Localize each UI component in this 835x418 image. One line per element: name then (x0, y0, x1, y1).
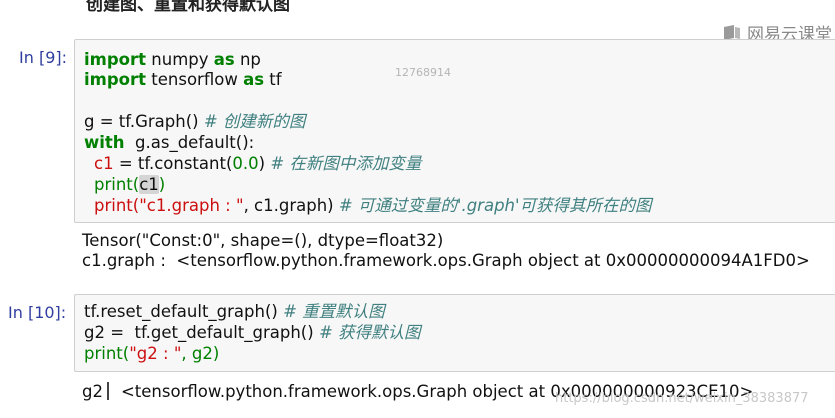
code-line: g = tf.Graph() # 创建新的图 (84, 112, 306, 131)
code-line: import tensorflow as tf (84, 70, 282, 89)
output-line: Tensor("Const:0", shape=(), dtype=float3… (82, 231, 444, 250)
text-cursor-icon (106, 382, 117, 400)
code-cell-9[interactable]: 12768914 import numpy as np import tenso… (74, 39, 835, 223)
code-line: with g.as_default(): (84, 133, 255, 152)
code-line: c1 = tf.constant(0.0) # 在新图中添加变量 (94, 154, 422, 173)
code-cell-10[interactable]: tf.reset_default_graph() # 重置默认图 g2 = tf… (74, 294, 835, 372)
faint-overlay-text: 12768914 (395, 66, 451, 79)
code-line: print("g2 : ", g2) (84, 344, 220, 363)
code-line: import numpy as np (84, 50, 261, 69)
code-line: print("c1.graph : ", c1.graph) # 可通过变量的'… (94, 196, 652, 215)
cell-prompt-10: In [10]: (8, 303, 67, 322)
code-line: tf.reset_default_graph() # 重置默认图 (84, 302, 385, 321)
section-heading: 创建图、重置和获得默认图 (86, 0, 290, 15)
output-line: c1.graph : <tensorflow.python.framework.… (82, 251, 810, 270)
code-line: print(c1) (94, 175, 166, 194)
url-watermark: https://blog.csdn.net/weixin_38383877 (555, 391, 809, 406)
cell-prompt-9: In [9]: (19, 48, 67, 67)
code-line: g2 = tf.get_default_graph() # 获得默认图 (84, 323, 421, 342)
